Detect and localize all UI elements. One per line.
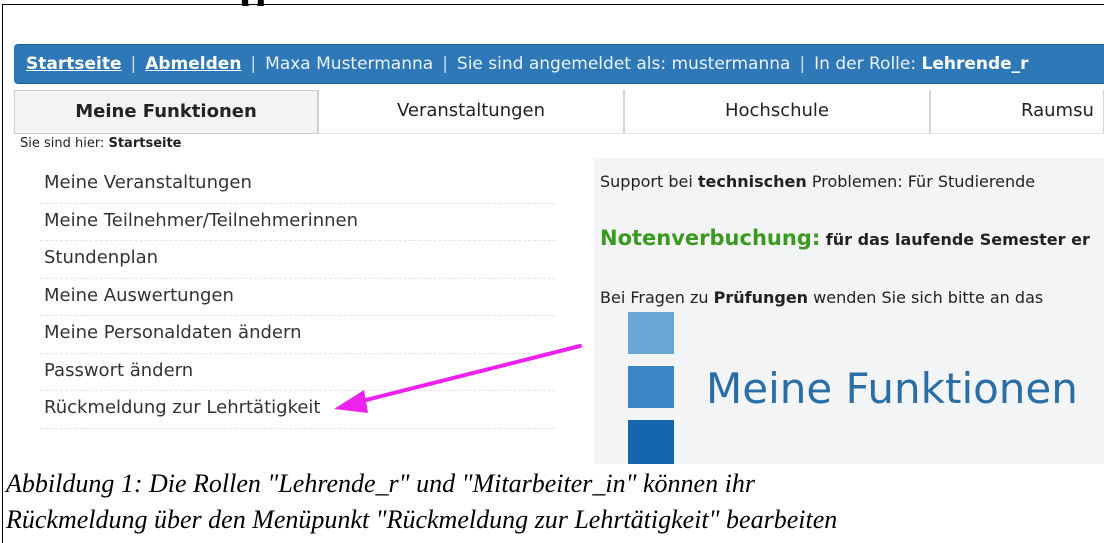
sidebar-item-meine-teilnehmer[interactable]: Meine Teilnehmer/Teilnehmerinnen xyxy=(40,204,556,241)
decorative-square-medium xyxy=(628,366,674,408)
caption-line-1: Abbildung 1: Die Rollen "Lehrende_r" und… xyxy=(6,469,755,498)
questions-text-before: Bei Fragen zu xyxy=(600,288,714,307)
tab-meine-funktionen[interactable]: Meine Funktionen xyxy=(14,90,318,134)
support-text-after: Problemen: Für Studierende xyxy=(806,172,1036,191)
role-prefix: In der Rolle: xyxy=(814,54,922,74)
tab-raumsuche[interactable]: Raumsu xyxy=(930,90,1104,134)
login-name: mustermanna xyxy=(671,54,791,74)
separator: | xyxy=(250,54,257,74)
decorative-square-light xyxy=(628,312,674,354)
breadcrumb-startseite[interactable]: Startseite xyxy=(108,136,181,151)
tab-veranstaltungen[interactable]: Veranstaltungen xyxy=(318,90,624,134)
sidebar-item-passwort-aendern[interactable]: Passwort ändern xyxy=(40,354,556,391)
startseite-link[interactable]: Startseite xyxy=(26,54,121,74)
sidebar-item-meine-auswertungen[interactable]: Meine Auswertungen xyxy=(40,279,556,316)
main-tabs: Meine Funktionen Veranstaltungen Hochsch… xyxy=(14,90,1104,134)
separator: | xyxy=(799,54,806,74)
grading-notice-headline: Notenverbuchung: xyxy=(600,226,821,250)
user-name: Maxa Mustermanna xyxy=(265,54,434,74)
support-text-before: Support bei xyxy=(600,172,698,191)
grading-notice-text: für das laufende Semester er xyxy=(820,230,1090,249)
role-selector[interactable]: Lehrende_r xyxy=(922,54,1029,74)
sidebar-item-personaldaten-aendern[interactable]: Meine Personaldaten ändern xyxy=(40,316,556,354)
grading-notice: Notenverbuchung: für das laufende Semest… xyxy=(600,226,1090,250)
tab-hochschule[interactable]: Hochschule xyxy=(624,90,930,134)
sidebar-item-meine-veranstaltungen[interactable]: Meine Veranstaltungen xyxy=(40,166,556,204)
exam-questions-notice: Bei Fragen zu Prüfungen wenden Sie sich … xyxy=(600,288,1043,307)
decorative-square-dark xyxy=(628,420,674,464)
figure-caption: Abbildung 1: Die Rollen "Lehrende_r" und… xyxy=(6,466,1104,538)
sidebar-item-stundenplan[interactable]: Stundenplan xyxy=(40,241,556,279)
separator: | xyxy=(442,54,448,74)
support-text-bold: technischen xyxy=(697,172,807,191)
questions-text-after: wenden Sie sich bitte an das xyxy=(808,288,1044,307)
breadcrumb: Sie sind hier: Startseite xyxy=(20,136,182,151)
caption-line-2: Rückmeldung über den Menüpunkt "Rückmeld… xyxy=(6,505,838,534)
support-notice: Support bei technischen Problemen: Für S… xyxy=(600,172,1035,191)
abmelden-link[interactable]: Abmelden xyxy=(145,54,241,74)
breadcrumb-prefix: Sie sind hier: xyxy=(20,136,109,151)
section-title: Meine Funktionen xyxy=(706,364,1078,413)
top-navigation-bar: Startseite | Abmelden | Maxa Mustermanna | Sie… xyxy=(14,44,1104,84)
logged-in-prefix: Sie sind angemeldet als: xyxy=(456,54,672,74)
sidebar-item-rueckmeldung-lehrtaetigkeit[interactable]: Rückmeldung zur Lehrtätigkeit xyxy=(40,391,556,429)
content-panel: Support bei technischen Problemen: Für S… xyxy=(594,158,1104,464)
separator: | xyxy=(130,54,137,74)
questions-text-bold: Prüfungen xyxy=(713,288,809,307)
sidebar-menu: Meine Veranstaltungen Meine Teilnehmer/T… xyxy=(40,166,556,429)
